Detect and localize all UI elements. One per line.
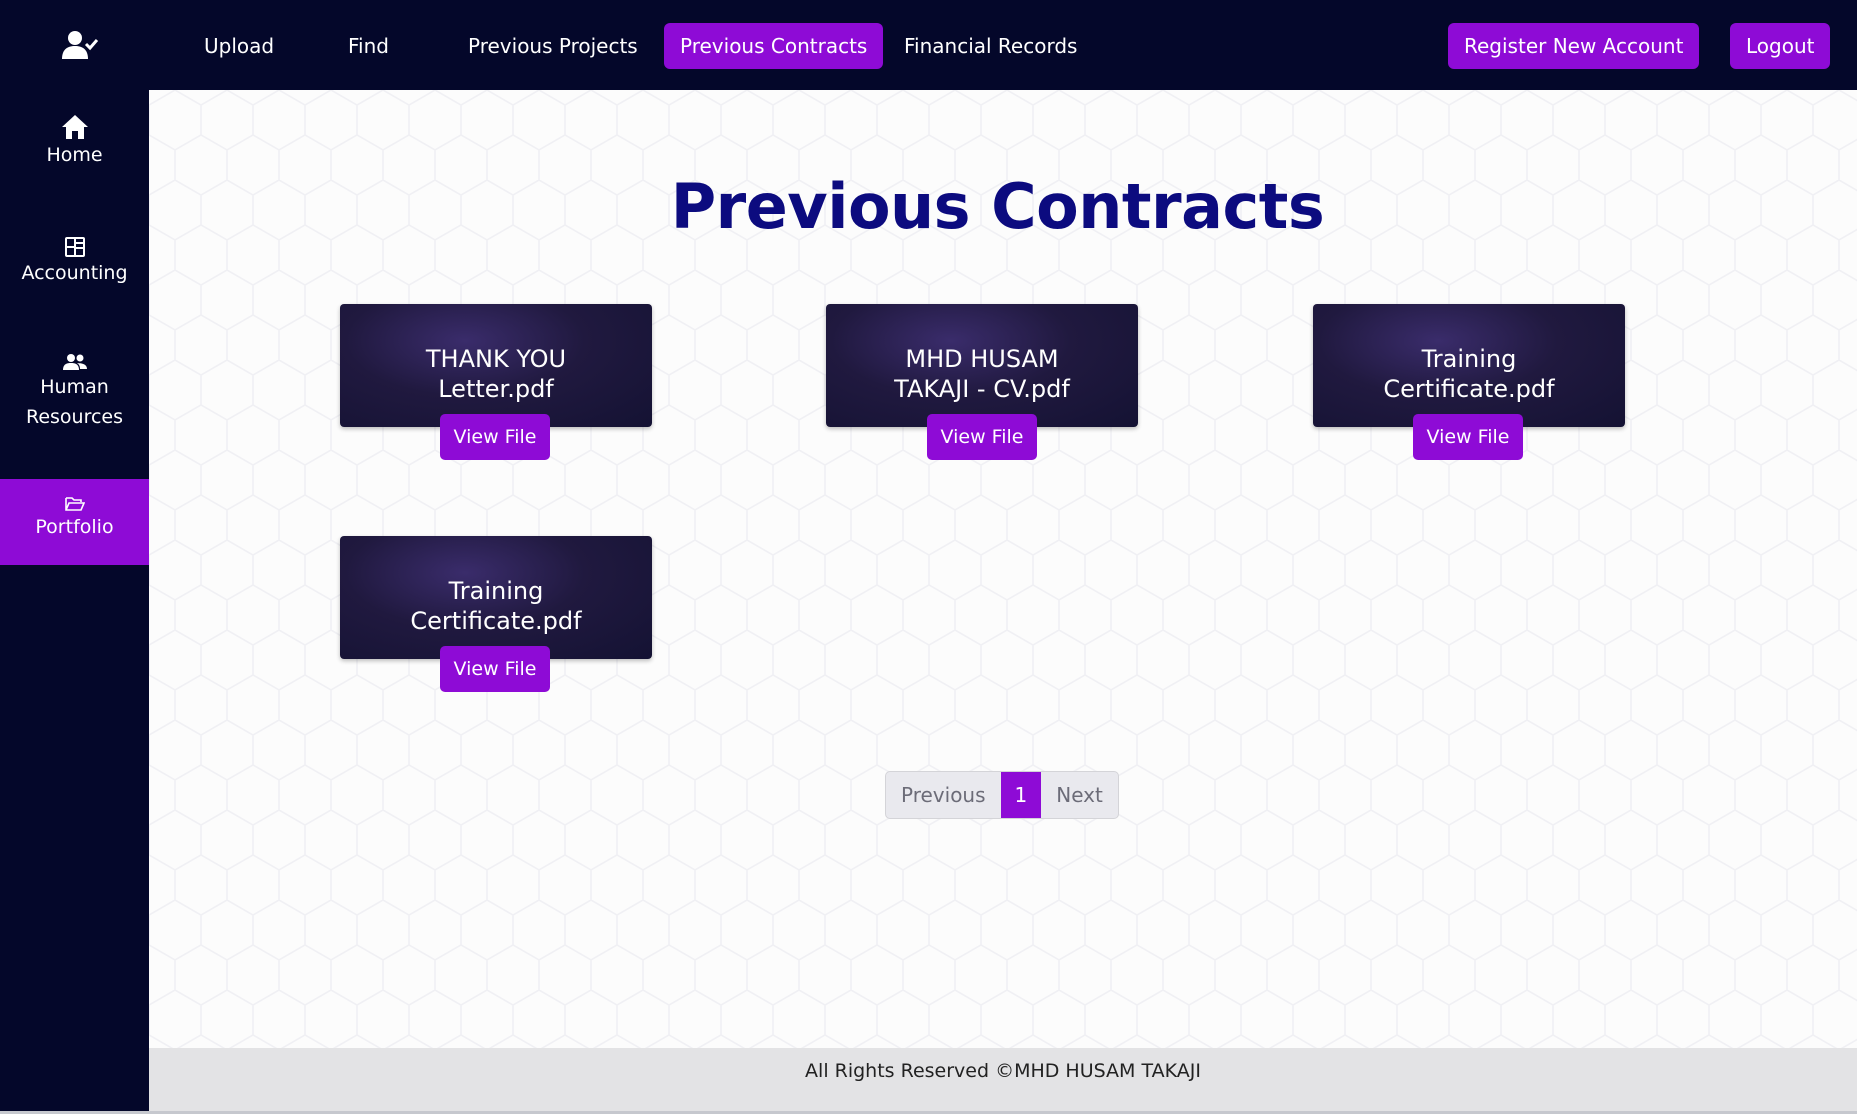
pagination: Previous 1 Next xyxy=(885,771,1119,819)
view-file-button[interactable]: View File xyxy=(1413,414,1523,460)
file-name: Training Certificate.pdf xyxy=(1383,345,1555,403)
view-file-button[interactable]: View File xyxy=(927,414,1037,460)
sidebar-item-label: Home xyxy=(46,144,103,166)
main-content: Previous Contracts THANK YOU Letter.pdf V… xyxy=(149,90,1857,1048)
sidebar-item-label: Resources xyxy=(25,406,124,428)
file-name: MHD HUSAM TAKAJI - CV.pdf xyxy=(894,345,1070,403)
file-card: MHD HUSAM TAKAJI - CV.pdf xyxy=(826,304,1138,427)
footer: All Rights Reserved ©MHD HUSAM TAKAJI xyxy=(149,1048,1857,1111)
file-card: Training Certificate.pdf xyxy=(340,536,652,659)
accounting-icon xyxy=(64,237,85,257)
nav-previous-projects[interactable]: Previous Projects xyxy=(452,23,654,69)
sidebar-item-label: Accounting xyxy=(21,262,128,284)
register-new-account-button[interactable]: Register New Account xyxy=(1448,23,1700,69)
nav-upload[interactable]: Upload xyxy=(188,23,290,69)
pagination-page-1[interactable]: 1 xyxy=(1000,772,1042,818)
footer-copyright: All Rights Reserved ©MHD HUSAM TAKAJI xyxy=(805,1060,1201,1082)
sidebar: Home Accounting Human Resources Portfoli… xyxy=(0,90,149,1114)
nav-find[interactable]: Find xyxy=(332,23,405,69)
folder-open-icon xyxy=(64,497,85,511)
sidebar-item-home[interactable]: Home xyxy=(0,114,149,170)
sidebar-item-portfolio[interactable]: Portfolio xyxy=(0,479,149,565)
pagination-next[interactable]: Next xyxy=(1041,772,1118,818)
nav-financial-records[interactable]: Financial Records xyxy=(888,23,1093,69)
sidebar-item-label: Portfolio xyxy=(35,516,114,538)
sidebar-item-human-resources[interactable]: Human Resources xyxy=(0,352,149,432)
sidebar-item-label: Human xyxy=(40,376,109,398)
view-file-button[interactable]: View File xyxy=(440,414,550,460)
user-check-icon[interactable] xyxy=(62,30,98,60)
top-navbar: Upload Find Previous Projects Previous C… xyxy=(0,0,1857,90)
home-icon xyxy=(61,115,88,139)
users-icon xyxy=(62,354,87,370)
page-title: Previous Contracts xyxy=(670,170,1325,243)
pagination-previous[interactable]: Previous xyxy=(886,772,1001,818)
sidebar-item-accounting[interactable]: Accounting xyxy=(0,236,149,288)
file-card: Training Certificate.pdf xyxy=(1313,304,1625,427)
logout-button[interactable]: Logout xyxy=(1730,23,1831,69)
file-name: THANK YOU Letter.pdf xyxy=(425,345,567,403)
nav-previous-contracts[interactable]: Previous Contracts xyxy=(664,23,884,69)
view-file-button[interactable]: View File xyxy=(440,646,550,692)
file-card: THANK YOU Letter.pdf xyxy=(340,304,652,427)
file-name: Training Certificate.pdf xyxy=(410,577,582,635)
